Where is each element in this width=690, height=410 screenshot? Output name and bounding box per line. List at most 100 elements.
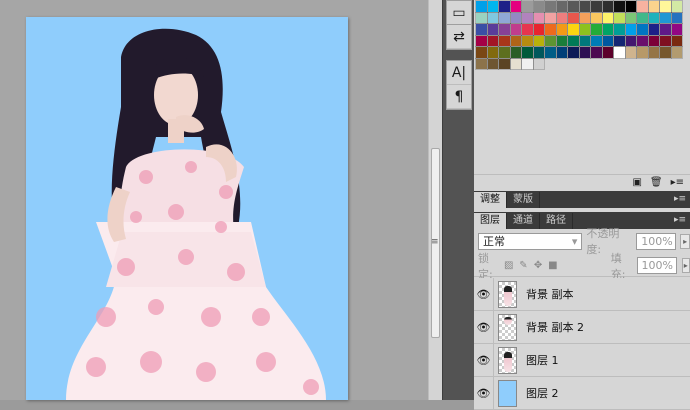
color-swatch[interactable] (509, 0, 522, 13)
color-swatch[interactable] (613, 34, 626, 47)
color-swatch[interactable] (590, 34, 603, 47)
layer-row[interactable]: 👁 图层 2 (474, 376, 690, 410)
color-swatch[interactable] (578, 23, 591, 36)
color-swatch[interactable] (509, 23, 522, 36)
color-swatch[interactable] (613, 46, 626, 59)
history-icon[interactable]: ▭ (447, 1, 471, 25)
color-swatch[interactable] (521, 57, 534, 70)
color-swatch[interactable] (544, 46, 557, 59)
color-swatch[interactable] (555, 11, 568, 24)
color-swatch[interactable] (636, 0, 649, 13)
color-swatch[interactable] (659, 11, 672, 24)
visibility-eye-icon[interactable]: 👁 (474, 310, 494, 344)
color-swatch[interactable] (555, 23, 568, 36)
color-swatch[interactable] (659, 34, 672, 47)
trash-icon[interactable]: 🗑 (650, 177, 663, 188)
color-swatch[interactable] (486, 0, 499, 13)
color-swatch[interactable] (670, 46, 683, 59)
visibility-eye-icon[interactable]: 👁 (474, 376, 494, 410)
color-swatch[interactable] (567, 46, 580, 59)
layer-row[interactable]: 👁 背景 副本 (474, 277, 690, 311)
color-swatch[interactable] (670, 0, 683, 13)
color-swatch[interactable] (636, 11, 649, 24)
color-swatch[interactable] (670, 34, 683, 47)
visibility-eye-icon[interactable]: 👁 (474, 277, 494, 311)
color-swatch[interactable] (498, 46, 511, 59)
color-swatch[interactable] (567, 0, 580, 13)
color-swatch[interactable] (509, 11, 522, 24)
color-swatch[interactable] (521, 11, 534, 24)
color-swatch[interactable] (613, 11, 626, 24)
color-swatch[interactable] (532, 46, 545, 59)
color-swatch[interactable] (659, 0, 672, 13)
opacity-stepper-icon[interactable]: ▸ (680, 233, 690, 249)
opacity-input[interactable]: 100% (636, 232, 677, 250)
color-swatch[interactable] (521, 46, 534, 59)
panel-menu-icon[interactable]: ▸≡ (674, 212, 686, 228)
color-swatch[interactable] (498, 11, 511, 24)
color-swatch[interactable] (532, 23, 545, 36)
color-swatch[interactable] (590, 11, 603, 24)
color-swatch[interactable] (532, 0, 545, 13)
color-swatch[interactable] (636, 46, 649, 59)
color-swatch[interactable] (578, 11, 591, 24)
color-swatch[interactable] (475, 34, 488, 47)
color-swatch[interactable] (532, 11, 545, 24)
character-swap-icon[interactable]: ⇄ (447, 25, 471, 49)
color-swatch[interactable] (509, 46, 522, 59)
color-swatch[interactable] (590, 23, 603, 36)
visibility-eye-icon[interactable]: 👁 (474, 343, 494, 377)
color-swatch[interactable] (498, 0, 511, 13)
color-swatch[interactable] (475, 57, 488, 70)
color-swatch[interactable] (521, 0, 534, 13)
color-swatch[interactable] (590, 0, 603, 13)
color-swatch[interactable] (578, 46, 591, 59)
color-swatch[interactable] (532, 34, 545, 47)
color-swatch[interactable] (670, 11, 683, 24)
new-swatch-icon[interactable]: ▣ (632, 177, 641, 188)
color-swatch[interactable] (509, 57, 522, 70)
color-swatch[interactable] (613, 23, 626, 36)
color-swatch[interactable] (624, 0, 637, 13)
color-swatch[interactable] (624, 34, 637, 47)
color-swatch[interactable] (532, 57, 545, 70)
color-swatch[interactable] (486, 23, 499, 36)
color-swatch[interactable] (498, 57, 511, 70)
vertical-scrollbar[interactable] (428, 0, 442, 400)
color-swatch[interactable] (567, 34, 580, 47)
color-swatch[interactable] (509, 34, 522, 47)
color-swatch[interactable] (555, 0, 568, 13)
color-swatch[interactable] (601, 34, 614, 47)
color-swatch[interactable] (544, 11, 557, 24)
color-swatch[interactable] (544, 34, 557, 47)
blend-mode-select[interactable]: 正常 ▾ (478, 232, 583, 250)
color-swatch[interactable] (636, 23, 649, 36)
color-swatch[interactable] (578, 34, 591, 47)
color-swatch[interactable] (567, 11, 580, 24)
color-swatch[interactable] (486, 57, 499, 70)
color-swatch[interactable] (659, 23, 672, 36)
color-swatch[interactable] (601, 11, 614, 24)
tab-adjustments[interactable]: 调整 (474, 192, 507, 208)
color-swatch[interactable] (647, 46, 660, 59)
color-swatch[interactable] (613, 0, 626, 13)
layer-row[interactable]: 👁 图层 1 (474, 343, 690, 377)
lock-pixels-icon[interactable]: ✎ (519, 260, 529, 272)
tab-masks[interactable]: 蒙版 (507, 192, 540, 208)
color-swatch[interactable] (624, 11, 637, 24)
color-swatch[interactable] (670, 23, 683, 36)
document-canvas[interactable] (26, 17, 348, 400)
color-swatch[interactable] (475, 23, 488, 36)
lock-position-icon[interactable]: ✥ (533, 260, 543, 272)
color-swatch[interactable] (498, 34, 511, 47)
panel-menu-icon[interactable]: ▸≡ (671, 177, 684, 188)
color-swatch[interactable] (567, 23, 580, 36)
color-swatch[interactable] (521, 23, 534, 36)
character-icon[interactable]: A| (447, 61, 471, 85)
color-swatch[interactable] (601, 46, 614, 59)
color-swatch[interactable] (659, 46, 672, 59)
tab-layers[interactable]: 图层 (474, 213, 507, 229)
color-swatch[interactable] (601, 0, 614, 13)
fill-input[interactable]: 100% (636, 257, 677, 274)
color-swatch[interactable] (647, 0, 660, 13)
